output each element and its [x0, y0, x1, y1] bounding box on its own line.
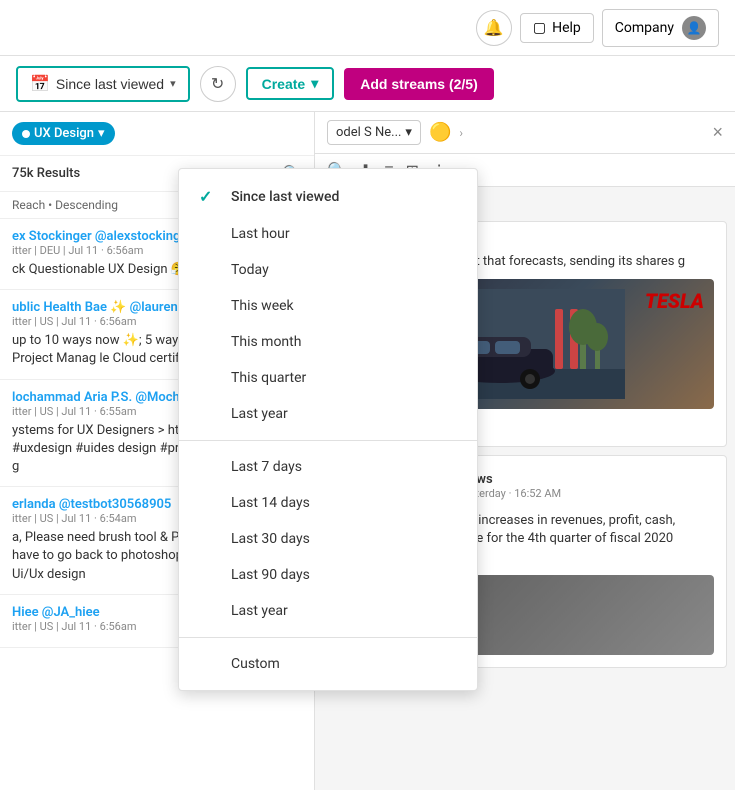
dropdown-item-last-hour[interactable]: Last hour: [179, 216, 477, 252]
since-label: Since last viewed: [56, 76, 164, 92]
dropdown-item-last-30-days[interactable]: Last 30 days: [179, 521, 477, 557]
dropdown-item-last-90-days[interactable]: Last 90 days: [179, 557, 477, 593]
monitor-icon: ▢: [533, 20, 546, 36]
since-last-viewed-button[interactable]: 📅 Since last viewed ▾: [16, 66, 190, 102]
bell-icon: 🔔: [484, 18, 504, 37]
dropdown-item-custom[interactable]: Custom: [179, 646, 477, 682]
toolbar: 📅 Since last viewed ▾ ↻ Create ▾ Add str…: [0, 56, 735, 112]
tag-dot: [22, 130, 30, 138]
help-label: Help: [552, 20, 581, 36]
create-label: Create: [262, 76, 306, 92]
stream-tag[interactable]: odel S Ne... ▾: [327, 120, 421, 145]
chevron-down-icon: ▾: [311, 75, 318, 92]
dropdown-divider: [179, 440, 477, 441]
tesla-logo: TESLA: [645, 289, 704, 313]
chevron-down-icon: ▾: [405, 125, 412, 140]
company-button[interactable]: Company 👤: [602, 9, 719, 47]
ux-design-tag[interactable]: UX Design ▾: [12, 122, 115, 145]
company-label: Company: [615, 20, 674, 36]
checkmark-icon: ✓: [199, 187, 219, 206]
dropdown-item-this-month[interactable]: This month: [179, 324, 477, 360]
main-area: UX Design ▾ 75k Results 🔍 Reach • Descen…: [0, 112, 735, 790]
bell-button[interactable]: 🔔: [476, 10, 512, 46]
chevron-down-icon: ▾: [170, 77, 176, 90]
refresh-icon: ↻: [211, 74, 224, 94]
dropdown-item-since-last-viewed[interactable]: ✓ Since last viewed: [179, 177, 477, 216]
stream-tag-label: odel S Ne...: [336, 125, 401, 140]
dropdown-divider-2: [179, 637, 477, 638]
dropdown-item-last-year-1[interactable]: Last year: [179, 396, 477, 432]
help-button[interactable]: ▢ Help: [520, 13, 594, 43]
dropdown-item-last-14-days[interactable]: Last 14 days: [179, 485, 477, 521]
close-icon: ×: [712, 122, 723, 142]
chevron-right-icon: ›: [459, 126, 463, 140]
refresh-button[interactable]: ↻: [200, 66, 236, 102]
avatar: 👤: [682, 16, 706, 40]
dropdown-item-this-week[interactable]: This week: [179, 288, 477, 324]
chevron-down-icon: ▾: [98, 126, 105, 141]
right-panel-header: odel S Ne... ▾ 🟡 › ×: [315, 112, 735, 154]
create-button[interactable]: Create ▾: [246, 67, 335, 100]
dropdown-item-today[interactable]: Today: [179, 252, 477, 288]
dropdown-item-last-7-days[interactable]: Last 7 days: [179, 449, 477, 485]
calendar-icon: 📅: [30, 74, 50, 94]
left-panel-header: UX Design ▾: [0, 112, 314, 156]
time-period-dropdown: ✓ Since last viewed Last hour Today This…: [178, 168, 478, 691]
close-button[interactable]: ×: [712, 122, 723, 143]
dropdown-item-this-quarter[interactable]: This quarter: [179, 360, 477, 396]
sort-label: Reach • Descending: [12, 198, 118, 212]
top-nav: 🔔 ▢ Help Company 👤: [0, 0, 735, 56]
avatar-icon: 👤: [687, 21, 702, 35]
tag-label: UX Design: [34, 126, 94, 141]
add-streams-label: Add streams (2/5): [360, 76, 477, 92]
dropdown-item-last-year-2[interactable]: Last year: [179, 593, 477, 629]
add-streams-button[interactable]: Add streams (2/5): [344, 68, 493, 100]
results-count: 75k Results: [12, 166, 80, 181]
emoji-badge: 🟡: [429, 122, 451, 143]
